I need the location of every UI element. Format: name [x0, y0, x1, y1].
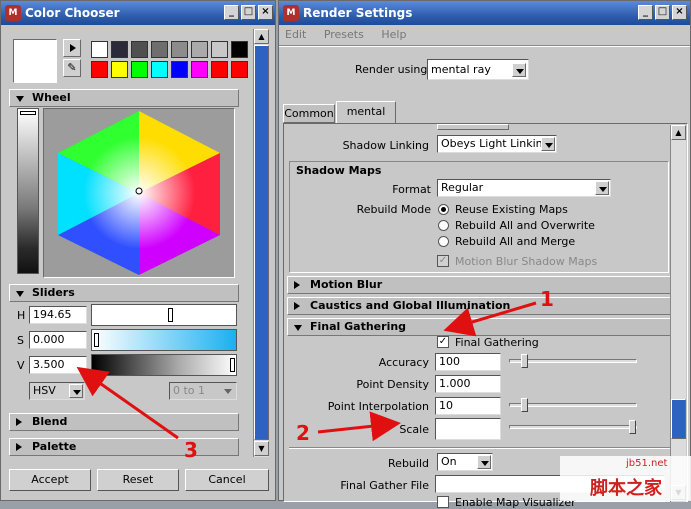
- watermark-site: jb51.net: [626, 458, 668, 469]
- annotation-arrows: [76, 301, 537, 442]
- annotation-arrow-1: [443, 301, 537, 337]
- annotation-number-1: 1: [540, 287, 554, 311]
- annotation-arrow-2: [317, 411, 401, 442]
- watermark-brand: 脚本之家: [590, 478, 662, 499]
- watermark-badge: jb51.net 脚本之家: [560, 456, 691, 501]
- annotation-number-2: 2: [296, 421, 310, 445]
- annotation-arrow-3: [76, 366, 179, 440]
- annotation-number-3: 3: [184, 438, 198, 462]
